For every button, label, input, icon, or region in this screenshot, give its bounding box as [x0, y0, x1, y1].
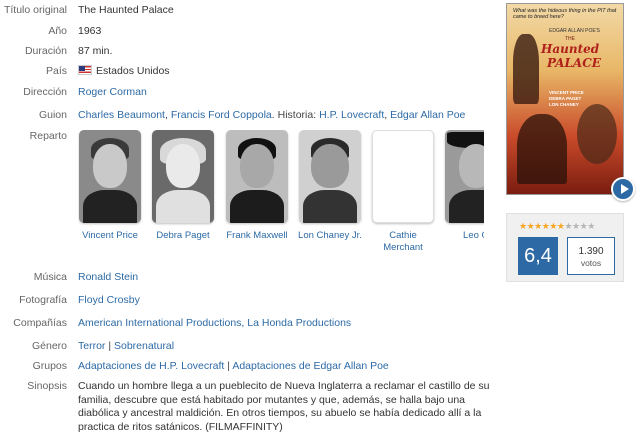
label-music: Música — [33, 271, 67, 283]
screenplay-value: Charles Beaumont, Francis Ford Coppola. … — [78, 109, 466, 121]
cast-name-link[interactable]: Frank Maxwell — [225, 230, 289, 242]
star-icon: ★ — [519, 221, 527, 231]
cast-photo[interactable] — [79, 130, 141, 223]
poster-figure — [513, 34, 539, 104]
label-genre: Género — [31, 340, 67, 352]
company-link[interactable]: American International Productions — [78, 317, 241, 329]
label-director: Dirección — [23, 86, 67, 98]
star-icon: ★ — [549, 221, 557, 231]
star-icon: ★ — [572, 221, 580, 231]
country-value: Estados Unidos — [78, 65, 170, 77]
cast-name-link[interactable]: Debra Paget — [151, 230, 215, 242]
star-icon: ★ — [587, 221, 595, 231]
director-link[interactable]: Roger Corman — [78, 86, 147, 98]
poster-area: What was the hideous thing in the PIT th… — [506, 3, 635, 201]
label-year: Año — [48, 25, 67, 37]
story-author-link[interactable]: H.P. Lovecraft — [319, 109, 384, 121]
poster-author: EDGAR ALLAN POE'S — [549, 28, 600, 34]
rating-score: 6,4 — [518, 237, 558, 275]
groups-value: Adaptaciones de H.P. Lovecraft | Adaptac… — [78, 360, 389, 372]
photography-link[interactable]: Floyd Crosby — [78, 294, 140, 306]
cast-carousel: Vincent Price Debra Paget Frank Maxwell — [78, 130, 484, 255]
genre-link[interactable]: Terror — [78, 340, 105, 352]
story-author-link[interactable]: Edgar Allan Poe — [390, 109, 465, 121]
poster-figure — [517, 114, 567, 184]
label-companies: Compañías — [13, 317, 67, 329]
music-link[interactable]: Ronald Stein — [78, 271, 138, 283]
label-country: País — [45, 65, 67, 77]
group-link[interactable]: Adaptaciones de H.P. Lovecraft — [78, 360, 224, 372]
label-photography: Fotografía — [19, 294, 67, 306]
cast-member[interactable]: Debra Paget — [151, 130, 215, 242]
cast-photo[interactable] — [445, 130, 484, 223]
group-link[interactable]: Adaptaciones de Edgar Allan Poe — [232, 360, 388, 372]
label-screenplay: Guion — [38, 109, 67, 121]
screenplay-writer-link[interactable]: Francis Ford Coppola — [171, 109, 272, 121]
music-value: Ronald Stein — [78, 271, 138, 283]
rating-stars: ★★★★★★★★★★ — [519, 221, 595, 232]
star-icon: ★ — [564, 221, 573, 231]
rating-box: ★★★★★★★★★★ 6,4 1.390 votos — [506, 213, 624, 282]
duration-value: 87 min. — [78, 45, 113, 57]
company-link[interactable]: La Honda Productions — [247, 317, 351, 329]
director-value: Roger Corman — [78, 86, 147, 98]
votes-box[interactable]: 1.390 votos — [567, 237, 615, 275]
cast-member[interactable]: Leo G — [444, 130, 484, 242]
poster-tagline: What was the hideous thing in the PIT th… — [513, 8, 617, 20]
cast-photo-placeholder[interactable] — [372, 130, 434, 223]
poster-cast-line: LON CHANEY — [549, 102, 579, 107]
genre-link[interactable]: Sobrenatural — [114, 340, 174, 352]
poster-cast: VINCENT PRICE DEBRA PAGET LON CHANEY — [549, 90, 584, 108]
companies-value: American International Productions, La H… — [78, 317, 352, 329]
votes-label: votos — [580, 258, 602, 268]
cast-photo[interactable] — [226, 130, 288, 223]
cast-member[interactable]: Cathie Merchant — [371, 130, 435, 254]
label-groups: Grupos — [32, 360, 67, 372]
genre-value: Terror | Sobrenatural — [78, 340, 175, 352]
label-original-title: Título original — [3, 4, 67, 16]
poster-title-palace: PALACE — [547, 56, 601, 70]
poster-figure — [577, 104, 617, 164]
photography-value: Floyd Crosby — [78, 294, 140, 306]
play-trailer-icon[interactable] — [611, 177, 635, 201]
story-prefix: Historia: — [277, 109, 317, 121]
screenplay-writer-link[interactable]: Charles Beaumont — [78, 109, 165, 121]
cast-name-link[interactable]: Cathie Merchant — [371, 230, 435, 254]
original-title: The Haunted Palace — [78, 4, 174, 16]
label-duration: Duración — [24, 45, 67, 57]
us-flag-icon — [78, 65, 92, 75]
cast-name-link[interactable]: Lon Chaney Jr. — [298, 230, 362, 242]
country-name: Estados Unidos — [96, 65, 170, 77]
cast-member[interactable]: Vincent Price — [78, 130, 142, 242]
cast-member[interactable]: Lon Chaney Jr. — [298, 130, 362, 242]
star-icon: ★ — [534, 221, 542, 231]
cast-name-link[interactable]: Leo G — [444, 230, 484, 242]
movie-poster[interactable]: What was the hideous thing in the PIT th… — [506, 3, 624, 195]
votes-count: 1.390 — [578, 246, 604, 257]
cast-name-link[interactable]: Vincent Price — [78, 230, 142, 242]
year-value: 1963 — [78, 25, 102, 37]
poster-title-haunted: Haunted — [541, 42, 600, 56]
cast-photo[interactable] — [152, 130, 214, 223]
label-cast: Reparto — [29, 130, 67, 142]
cast-member[interactable]: Frank Maxwell — [225, 130, 289, 242]
synopsis-text: Cuando un hombre llega a un pueblecito d… — [78, 380, 490, 433]
cast-photo[interactable] — [299, 130, 361, 223]
label-synopsis: Sinopsis — [27, 380, 67, 392]
